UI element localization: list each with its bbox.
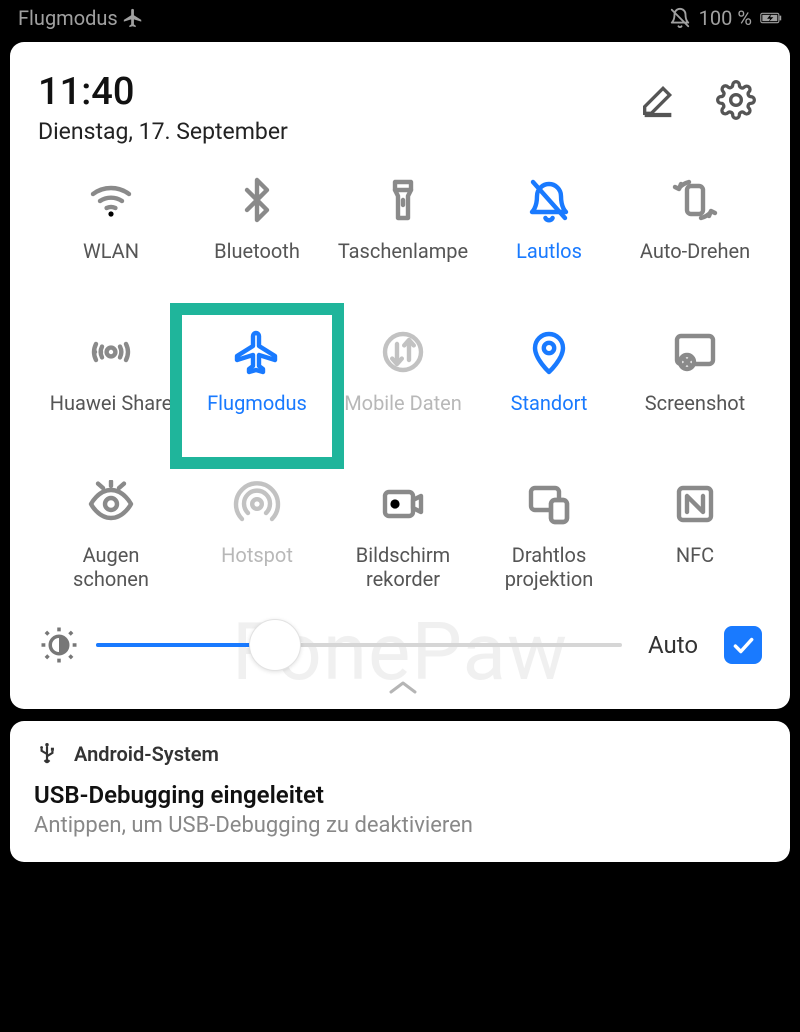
nfc-icon	[670, 479, 720, 529]
tile-label: Standort	[511, 391, 588, 415]
clock-date: Dienstag, 17. September	[38, 118, 288, 145]
status-bar: Flugmodus 100 %	[0, 0, 800, 36]
tile-share[interactable]: Huawei Share	[38, 327, 184, 455]
tile-label: Screenshot	[645, 391, 745, 415]
tile-label: Hotspot	[221, 543, 293, 567]
notification-card[interactable]: Android-System USB-Debugging eingeleitet…	[10, 721, 790, 862]
clock-time: 11:40	[38, 70, 288, 114]
tile-hotspot[interactable]: Hotspot	[184, 479, 330, 607]
tile-location[interactable]: Standort	[476, 327, 622, 455]
tile-eye[interactable]: Augen schonen	[38, 479, 184, 607]
tile-label: Auto-Drehen	[640, 239, 750, 263]
tile-rotate[interactable]: Auto-Drehen	[622, 175, 768, 303]
data-icon	[378, 327, 428, 377]
edit-icon[interactable]	[638, 80, 678, 120]
battery-percent: 100 %	[699, 6, 752, 30]
share-icon	[86, 327, 136, 377]
notification-app-name: Android-System	[74, 742, 219, 766]
tile-label: Mobile Daten	[344, 391, 462, 415]
quick-settings-panel: FonePaw 11:40 Dienstag, 17. September WL…	[10, 42, 790, 709]
settings-gear-icon[interactable]	[716, 80, 756, 120]
hotspot-icon	[232, 479, 282, 529]
battery-icon	[760, 7, 782, 29]
tile-cast[interactable]: Drahtlos projektion	[476, 479, 622, 607]
usb-icon	[34, 741, 60, 767]
location-icon	[524, 327, 574, 377]
tile-airplane[interactable]: Flugmodus	[184, 327, 330, 455]
cast-icon	[524, 479, 574, 529]
bell-off-icon	[524, 175, 574, 225]
tile-data[interactable]: Mobile Daten	[330, 327, 476, 455]
airplane-icon	[232, 327, 282, 377]
screenshot-icon	[670, 327, 720, 377]
brightness-icon	[38, 624, 80, 666]
panel-header: 11:40 Dienstag, 17. September	[38, 70, 768, 145]
tile-label: Bluetooth	[214, 239, 300, 263]
auto-brightness-label: Auto	[648, 631, 698, 659]
tiles-grid: WLAN Bluetooth Taschenlampe Lautlos Auto-Dre…	[38, 175, 768, 607]
flashlight-icon	[378, 175, 428, 225]
status-mode-label: Flugmodus	[18, 6, 118, 30]
tile-label: WLAN	[83, 239, 139, 263]
tile-flashlight[interactable]: Taschenlampe	[330, 175, 476, 303]
tile-label: Lautlos	[516, 239, 582, 263]
chevron-up-icon	[383, 675, 423, 699]
tile-wifi[interactable]: WLAN	[38, 175, 184, 303]
bluetooth-icon	[232, 175, 282, 225]
tile-label: Augen schonen	[73, 543, 149, 591]
wifi-icon	[86, 175, 136, 225]
tile-bell-off[interactable]: Lautlos	[476, 175, 622, 303]
tile-nfc[interactable]: NFC	[622, 479, 768, 607]
mute-icon	[669, 7, 691, 29]
rotate-icon	[670, 175, 720, 225]
brightness-slider[interactable]	[96, 621, 622, 669]
tile-label: Taschenlampe	[338, 239, 468, 263]
tile-label: Drahtlos projektion	[505, 543, 594, 591]
tile-label: Bildschirm rekorder	[356, 543, 450, 591]
tile-bluetooth[interactable]: Bluetooth	[184, 175, 330, 303]
notification-title: USB-Debugging eingeleitet	[34, 781, 766, 809]
tile-label: Flugmodus	[207, 391, 307, 415]
tile-label: NFC	[676, 543, 714, 567]
expand-chevron[interactable]	[38, 675, 768, 699]
recorder-icon	[378, 479, 428, 529]
tile-recorder[interactable]: Bildschirm rekorder	[330, 479, 476, 607]
eye-icon	[86, 479, 136, 529]
airplane-icon	[122, 7, 144, 29]
notification-body: Antippen, um USB-Debugging zu deaktivier…	[34, 813, 766, 838]
tile-screenshot[interactable]: Screenshot	[622, 327, 768, 455]
check-icon	[730, 632, 756, 658]
auto-brightness-checkbox[interactable]	[724, 626, 762, 664]
tile-label: Huawei Share	[50, 391, 173, 415]
brightness-row: Auto	[38, 621, 768, 669]
